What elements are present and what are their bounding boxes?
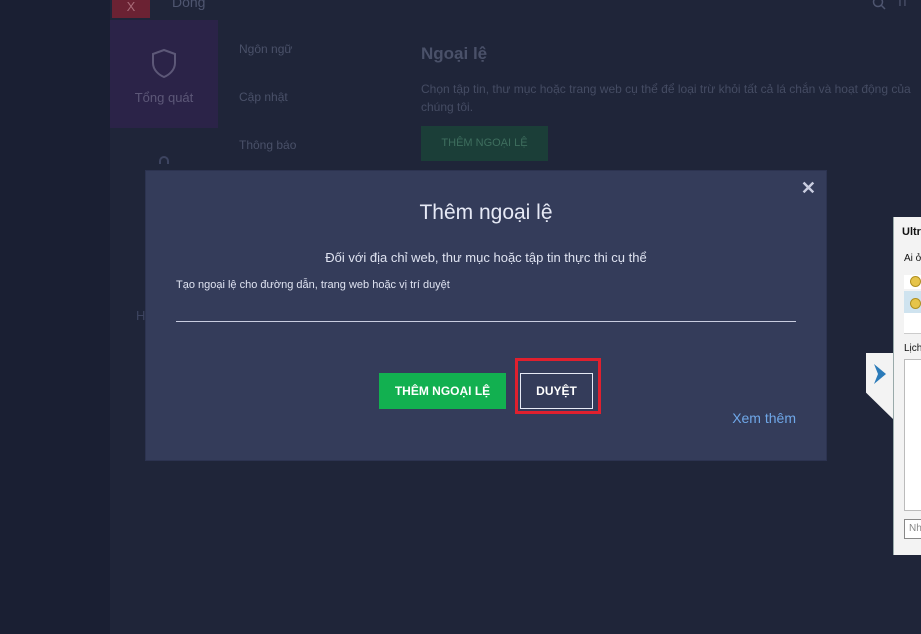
close-icon[interactable]: ✕ — [801, 178, 816, 199]
search-icon[interactable] — [872, 0, 886, 13]
side-window-panel — [904, 359, 921, 511]
settings-item-notifications[interactable]: Thông báo — [239, 138, 296, 152]
left-nav-text: H — [136, 308, 146, 323]
dialog-subtitle: Đối với địa chỉ web, thư mục hoặc tập ti… — [325, 250, 647, 265]
add-exception-button[interactable]: THÊM NGOẠI LỆ — [379, 373, 506, 409]
side-window-input[interactable]: Nh — [904, 519, 921, 539]
add-exception-bg-button[interactable]: THÊM NGOẠI LỆ — [421, 126, 548, 161]
path-field-label: Tạo ngoại lệ cho đường dẫn, trang web ho… — [176, 279, 450, 291]
side-window-title: Ultr — [902, 226, 921, 238]
dialog-title: Thêm ngoại lệ — [419, 201, 553, 224]
list-item[interactable] — [904, 313, 921, 334]
side-window: Ultr Ai ở Lịch Nh — [893, 217, 921, 555]
search-label: Ti — [896, 0, 907, 9]
status-dot-icon — [910, 298, 921, 309]
nav-tile-general[interactable]: Tổng quát — [110, 20, 218, 128]
section-description: Chọn tập tin, thư mục hoặc trang web cụ … — [421, 82, 911, 114]
side-window-label: Ai ở — [904, 253, 921, 264]
path-input[interactable] — [176, 297, 796, 322]
left-rail — [0, 0, 110, 634]
close-icon: X — [126, 0, 136, 14]
learn-more-link[interactable]: Xem thêm — [732, 410, 796, 426]
app-close-button[interactable]: X — [112, 0, 150, 18]
settings-item-updates[interactable]: Cập nhật — [239, 90, 288, 104]
status-dot-icon — [910, 276, 921, 287]
shield-icon — [150, 48, 178, 83]
section-title: Ngoại lệ — [421, 44, 488, 63]
settings-item-language[interactable]: Ngôn ngữ — [239, 42, 292, 56]
app-title: Dong — [172, 0, 206, 10]
nav-tile-label: Tổng quát — [134, 90, 194, 105]
add-exception-dialog: ✕ Thêm ngoại lệ Đối với địa chỉ web, thư… — [146, 171, 826, 460]
browse-button[interactable]: DUYỆT — [520, 373, 593, 409]
side-window-label: Lịch — [904, 343, 921, 354]
